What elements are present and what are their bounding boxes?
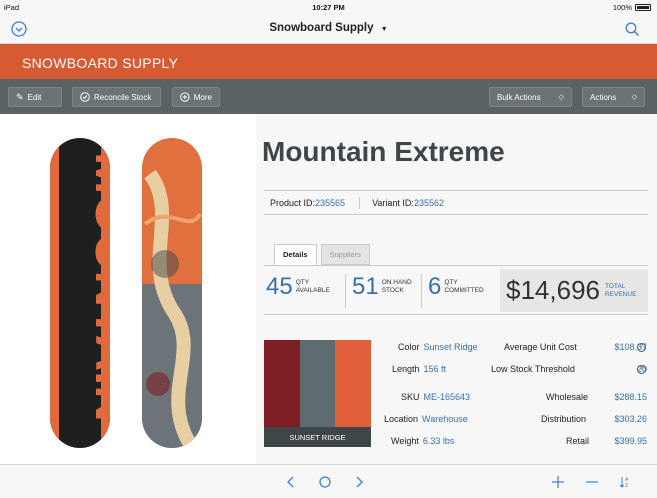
minus-icon[interactable]: [582, 472, 602, 492]
attr-low-stock-key: Low Stock Threshold: [491, 364, 575, 374]
on-hand-value: 51: [352, 273, 379, 300]
app-banner: SNOWBOARD SUPPLY: [0, 44, 657, 79]
stat-divider: [421, 274, 422, 308]
attr-color: Color Sunset Ridge: [398, 342, 478, 352]
actions-button[interactable]: Actions ◇: [582, 87, 645, 107]
actions-label: Actions: [590, 92, 617, 102]
committed-value: 6: [428, 273, 442, 300]
attr-sku-value[interactable]: ME-165643: [424, 392, 471, 402]
circle-dot-icon[interactable]: [315, 472, 335, 492]
bulk-actions-button[interactable]: Bulk Actions ◇: [489, 87, 572, 107]
product-id-link[interactable]: 235565: [315, 198, 345, 208]
nav-bar: Snowboard Supply ▼: [0, 14, 657, 44]
detail-tabs: Details Suppliers: [274, 244, 370, 265]
bottom-toolbar: AZ: [0, 464, 657, 498]
attr-location-value[interactable]: Warehouse: [422, 414, 468, 424]
attr-retail-value[interactable]: $399.95: [614, 436, 647, 446]
edit-button-label: Edit: [27, 92, 42, 102]
attr-weight-key: Weight: [391, 436, 419, 446]
attr-length-key: Length: [392, 364, 420, 374]
search-icon[interactable]: [623, 20, 641, 38]
action-toolbar: ✎ Edit Reconcile Stock More Bulk Actions…: [0, 79, 657, 114]
attr-sku: SKU ME-165643: [401, 392, 470, 402]
product-ids: Product ID: 235565 Variant ID: 235562: [264, 190, 648, 215]
attr-retail-key: Retail: [566, 436, 590, 446]
snowboard-image: MOUNTAIN: [50, 138, 202, 448]
reconcile-stock-label: Reconcile Stock: [94, 92, 152, 102]
attr-avg-cost-key: Average Unit Cost: [504, 342, 577, 352]
edit-button[interactable]: ✎ Edit: [8, 87, 62, 107]
on-hand-stat: 51 ON HAND STOCK: [352, 273, 412, 301]
clock: 10:27 PM: [312, 3, 345, 12]
variant-id-link[interactable]: 235562: [414, 198, 444, 208]
board-graphic-text: MOUNTAIN: [85, 152, 141, 422]
chevron-left-icon[interactable]: [281, 472, 301, 492]
sort-icon[interactable]: AZ: [615, 472, 635, 492]
tab-details[interactable]: Details: [274, 244, 317, 265]
reconcile-stock-button[interactable]: Reconcile Stock: [72, 87, 161, 107]
attr-location-key: Location: [384, 414, 419, 424]
swatch-color-1: [264, 340, 300, 427]
attr-length-value[interactable]: 156 ft: [424, 364, 447, 374]
total-revenue-stat: $14,696 TOTAL REVENUE: [500, 269, 648, 312]
id-divider: [359, 196, 361, 209]
attr-sku-key: SKU: [401, 392, 420, 402]
attr-low-stock-value[interactable]: 20: [637, 364, 647, 374]
attr-weight-value[interactable]: 6.33 lbs: [423, 436, 455, 446]
attr-avg-cost-value[interactable]: $108.37: [614, 342, 647, 352]
plus-icon[interactable]: [548, 472, 568, 492]
total-revenue-value: $14,696: [506, 275, 600, 305]
nav-title-label: Snowboard Supply: [269, 22, 374, 34]
on-hand-label: ON HAND STOCK: [381, 279, 412, 294]
product-image-panel: MOUNTAIN: [0, 114, 256, 464]
committed-stat: 6 QTY COMMITTED: [428, 273, 484, 301]
qty-available-label: QTY AVAILABLE: [295, 279, 330, 294]
attr-wholesale-key: Wholesale: [546, 392, 589, 402]
attr-weight: Weight 6.33 lbs: [391, 436, 454, 446]
attr-wholesale-value[interactable]: $288.15: [614, 392, 647, 402]
attr-distribution-key: Distribution: [541, 414, 587, 424]
committed-label: QTY COMMITTED: [444, 279, 484, 294]
swatch-bars: [264, 340, 372, 427]
bulk-actions-label: Bulk Actions: [497, 92, 541, 102]
svg-text:Z: Z: [625, 483, 628, 489]
variant-id-label: Variant ID:: [372, 197, 414, 208]
color-swatch[interactable]: SUNSET RIDGE: [264, 340, 372, 447]
status-bar: iPad 10:27 PM 100%: [0, 0, 657, 14]
caret-down-icon: ▼: [380, 26, 388, 33]
swatch-color-2: [299, 340, 336, 427]
more-button-label: More: [193, 92, 212, 102]
nav-title[interactable]: Snowboard Supply ▼: [0, 22, 657, 34]
attr-location: Location Warehouse: [384, 414, 468, 424]
product-details: Mountain Extreme Product ID: 235565 Vari…: [256, 114, 657, 464]
battery-percent: 100%: [612, 3, 632, 12]
swatch-color-3: [335, 340, 372, 427]
qty-available-value: 45: [266, 273, 293, 300]
banner-title: SNOWBOARD SUPPLY: [22, 55, 179, 71]
stats-row: 45 QTY AVAILABLE 51 ON HAND STOCK 6 QTY COM…: [264, 265, 648, 315]
attr-color-value[interactable]: Sunset Ridge: [424, 342, 478, 352]
more-button[interactable]: More: [172, 87, 220, 107]
pencil-icon: ✎: [16, 91, 24, 102]
qty-available-stat: 45 QTY AVAILABLE: [266, 273, 330, 301]
attr-length: Length 156 ft: [392, 364, 446, 374]
product-id-label: Product ID:: [270, 197, 316, 208]
total-revenue-label: TOTAL REVENUE: [604, 282, 637, 298]
check-circle-icon: [80, 92, 90, 102]
battery-indicator: 100%: [613, 3, 651, 12]
updown-chevron-icon: ◇: [558, 94, 564, 101]
attr-distribution-value[interactable]: $303.26: [614, 414, 647, 424]
stat-divider: [345, 274, 346, 308]
attr-color-key: Color: [398, 342, 420, 352]
plus-circle-icon: [180, 92, 190, 102]
swatch-label: SUNSET RIDGE: [264, 427, 371, 447]
chevron-right-icon[interactable]: [349, 472, 369, 492]
updown-chevron-icon: ◇: [631, 94, 637, 101]
attr-low-stock-threshold: Low Stock Threshold ?: [491, 364, 646, 374]
tab-suppliers[interactable]: Suppliers: [320, 244, 370, 265]
battery-icon: [635, 4, 651, 11]
product-name: Mountain Extreme: [262, 136, 505, 167]
